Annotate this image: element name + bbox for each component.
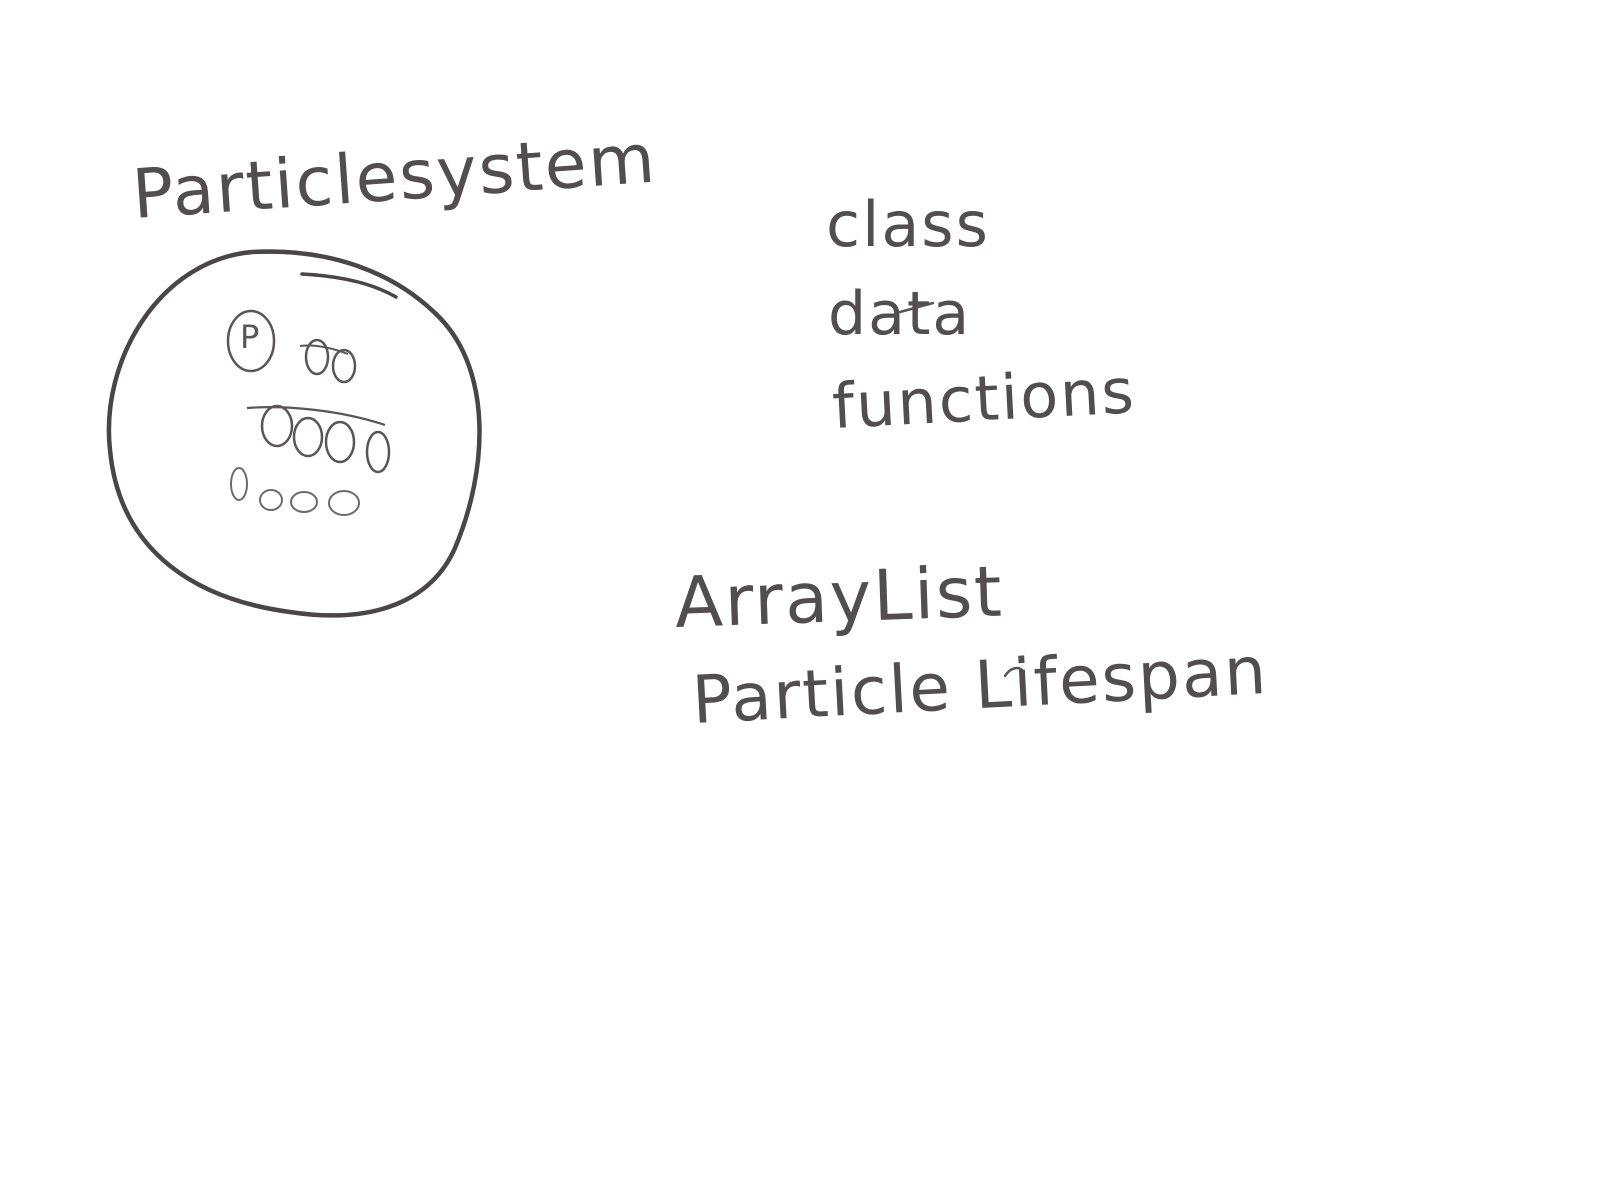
note-functions: functions <box>830 354 1138 443</box>
particle <box>324 420 356 464</box>
particle <box>290 491 318 513</box>
particle-marker-letter: P <box>240 318 260 356</box>
sketch-canvas: Particlesystem P class data functions Ar… <box>0 0 1600 1200</box>
particle <box>331 348 357 384</box>
particle <box>328 490 360 516</box>
note-data: data <box>828 279 972 349</box>
note-class: class <box>826 188 990 261</box>
particle <box>292 416 324 458</box>
particle <box>259 489 283 511</box>
term-arraylist: ArrayList <box>673 550 1005 644</box>
particle <box>230 467 248 501</box>
particle <box>260 404 294 448</box>
particle <box>365 430 391 474</box>
